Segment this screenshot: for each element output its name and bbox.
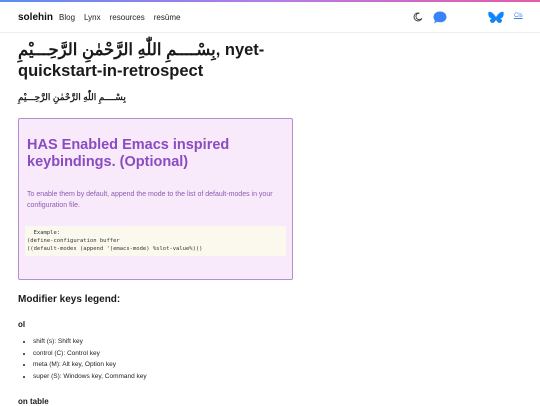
list-item: super (S): Windows key, Command key: [33, 371, 147, 383]
modifier-keys-list: shift (s): Shift key control (C): Contro…: [18, 336, 147, 382]
main-nav: Blog Lynx resources resūme: [59, 13, 180, 22]
language-switch-link[interactable]: Cls: [514, 13, 523, 19]
ol-heading: ol: [18, 320, 26, 329]
emacs-keybindings-callout: HAS Enabled Emacs inspired keybindings. …: [18, 118, 293, 280]
list-item: control (C): Control key: [33, 348, 147, 360]
nav-link-blog[interactable]: Blog: [59, 13, 75, 22]
callout-text: To enable them by default, append the mo…: [27, 191, 273, 209]
page-title: بِسْــــمِ اللّٰهِ الرَّحْمٰنِ الرَّحِــ…: [18, 41, 265, 80]
config-code-block: Example: (define-configuration buffer ((…: [25, 226, 286, 256]
list-item: shift (s): Shift key: [33, 336, 147, 348]
nav-link-lynx[interactable]: Lynx: [84, 13, 101, 22]
bismillah-line: بِسْــــمِ اللّٰهِ الرَّحْمٰنِ الرَّحِــ…: [18, 92, 126, 102]
modifier-keys-heading: Modifier keys legend:: [18, 294, 121, 305]
list-item: meta (M): Alt key, Option key: [33, 359, 147, 371]
nav-link-resources[interactable]: resources: [110, 13, 145, 22]
nav-link-resume[interactable]: resūme: [154, 13, 181, 22]
moon-icon[interactable]: [413, 12, 423, 22]
site-header: solehin Blog Lynx resources resūme Cls: [0, 2, 540, 33]
callout-heading: HAS Enabled Emacs inspired keybindings. …: [27, 137, 230, 170]
site-brand-link[interactable]: solehin: [18, 12, 53, 23]
chat-bubble-icon[interactable]: [433, 11, 447, 24]
article: بِسْــــمِ اللّٰهِ الرَّحْمٰنِ الرَّحِــ…: [18, 40, 293, 406]
bluesky-butterfly-icon[interactable]: [488, 11, 504, 25]
